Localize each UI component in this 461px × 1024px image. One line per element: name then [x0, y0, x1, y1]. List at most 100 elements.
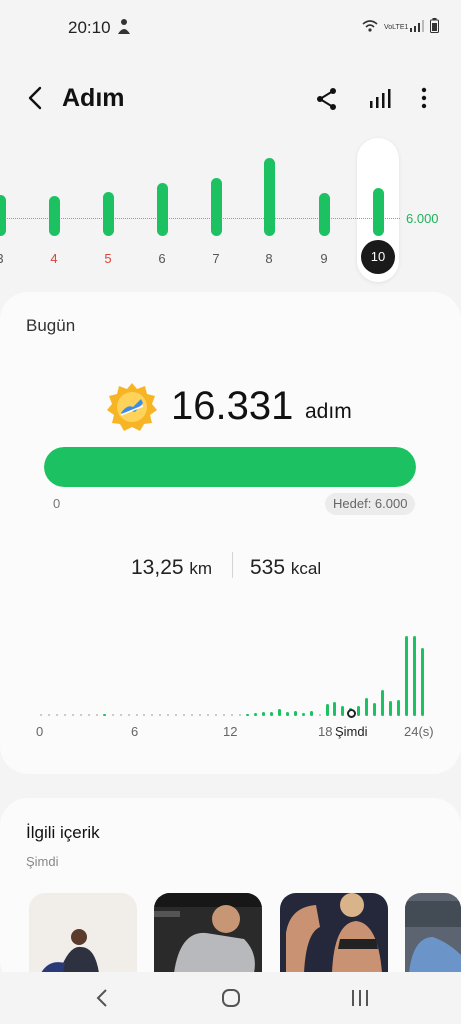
goal-progress-bar	[44, 447, 416, 487]
goal-achieved-badge-icon	[107, 382, 157, 432]
more-options-icon[interactable]	[412, 86, 436, 110]
week-bar-8[interactable]	[264, 158, 275, 236]
hourly-baseline-dot	[207, 714, 210, 716]
week-day-label-7[interactable]: 7	[201, 251, 231, 266]
hourly-baseline-dot	[318, 714, 321, 716]
hourly-bar	[325, 704, 329, 716]
status-bar: 20:10 VoLTE1	[0, 0, 461, 56]
hourly-baseline-dot	[215, 714, 218, 716]
hourly-baseline-dot	[191, 714, 194, 716]
kcal-unit: kcal	[290, 559, 322, 578]
distance-stat: 13,25 km	[131, 556, 212, 580]
hourly-baseline-dot	[183, 714, 186, 716]
page-title: Adım	[62, 84, 125, 112]
related-thumbnail-4[interactable]	[405, 893, 461, 973]
volte-label: VoLTE1	[384, 24, 409, 31]
hourly-bar	[413, 636, 417, 716]
hourly-chart	[34, 628, 434, 718]
hourly-baseline-dot	[127, 714, 130, 716]
hourly-baseline-dot	[119, 714, 122, 716]
hourly-baseline-dot	[87, 714, 90, 716]
hourly-bar	[277, 709, 281, 716]
hourly-baseline-dot	[175, 714, 178, 716]
hourly-bar	[341, 706, 345, 716]
calorie-stat: 535 kcal	[250, 556, 321, 580]
hourly-bar	[102, 714, 106, 716]
hourly-tick-label: 6	[131, 724, 139, 739]
hourly-bar	[357, 706, 361, 716]
step-count: 16.331	[171, 384, 294, 428]
week-day-label-3[interactable]: 3	[0, 251, 15, 266]
distance-unit: km	[189, 559, 213, 578]
hourly-bar	[293, 711, 297, 716]
hourly-bar	[269, 712, 273, 716]
hourly-baseline-dot	[143, 714, 146, 716]
trends-icon[interactable]	[368, 86, 392, 110]
hourly-tick-label: 0	[36, 724, 44, 739]
hourly-bar	[373, 703, 377, 716]
hourly-baseline-dot	[135, 714, 138, 716]
hourly-bar	[333, 702, 337, 716]
hourly-baseline-dot	[223, 714, 226, 716]
hourly-bar	[309, 711, 313, 716]
week-bar-7[interactable]	[211, 178, 222, 236]
step-unit: adım	[305, 400, 352, 423]
related-title: İlgili içerik	[26, 823, 100, 842]
related-thumbnail-2[interactable]	[154, 893, 262, 973]
week-day-label-4[interactable]: 4	[39, 251, 69, 266]
week-day-label-9[interactable]: 9	[309, 251, 339, 266]
nav-home-icon[interactable]	[221, 988, 241, 1013]
notification-icon	[116, 18, 136, 38]
stat-divider	[232, 552, 233, 578]
now-marker	[347, 709, 356, 718]
week-bar-3[interactable]	[0, 195, 6, 236]
hourly-bar	[245, 714, 249, 716]
hourly-tick-label: 18	[318, 724, 333, 739]
hourly-bar	[421, 648, 424, 716]
week-bar-4[interactable]	[49, 196, 60, 236]
system-nav-bar	[0, 972, 461, 1024]
hourly-baseline-dot	[167, 714, 170, 716]
week-day-label-6[interactable]: 6	[147, 251, 177, 266]
hourly-bar	[285, 712, 289, 716]
goal-line	[0, 218, 400, 219]
hourly-baseline-dot	[71, 714, 74, 716]
week-bar-6[interactable]	[157, 183, 168, 236]
progress-min-label: 0	[53, 496, 61, 511]
hourly-bar	[253, 713, 257, 716]
status-time: 20:10	[68, 18, 111, 37]
goal-line-label: 6.000	[406, 211, 439, 226]
week-bar-10[interactable]	[373, 188, 384, 236]
now-label: Şimdi	[335, 724, 368, 739]
hourly-baseline-dot	[47, 714, 50, 716]
nav-back-icon[interactable]	[95, 988, 109, 1013]
system-icons: VoLTE1	[362, 18, 439, 38]
related-thumbnail-3[interactable]	[280, 893, 388, 973]
back-icon[interactable]	[22, 84, 50, 112]
today-label: Bugün	[26, 316, 76, 335]
hourly-baseline-dot	[79, 714, 82, 716]
hourly-bar	[397, 700, 401, 716]
hourly-bar	[381, 690, 385, 716]
hourly-tick-label: 24(s)	[404, 724, 434, 739]
goal-chip: Hedef: 6.000	[325, 493, 416, 515]
nav-recents-icon[interactable]	[351, 989, 369, 1012]
week-day-label-5[interactable]: 5	[93, 251, 123, 266]
week-day-label-10[interactable]: 10	[361, 240, 395, 274]
related-thumbnail-1[interactable]	[29, 893, 137, 973]
week-bar-9[interactable]	[319, 193, 330, 236]
week-day-label-8[interactable]: 8	[254, 251, 284, 266]
share-icon[interactable]	[314, 86, 340, 112]
hourly-bar	[405, 636, 409, 716]
related-subtitle: Şimdi	[26, 854, 59, 869]
hourly-baseline-dot	[231, 714, 233, 716]
hourly-tick-label: 12	[223, 724, 238, 739]
hourly-baseline-dot	[238, 714, 241, 716]
week-bar-5[interactable]	[103, 192, 114, 236]
hourly-baseline-dot	[199, 714, 202, 716]
hourly-baseline-dot	[40, 714, 42, 716]
wifi-icon	[362, 19, 378, 38]
distance-value: 13,25	[131, 556, 184, 579]
hourly-bar	[261, 712, 265, 716]
hourly-baseline-dot	[63, 714, 66, 716]
